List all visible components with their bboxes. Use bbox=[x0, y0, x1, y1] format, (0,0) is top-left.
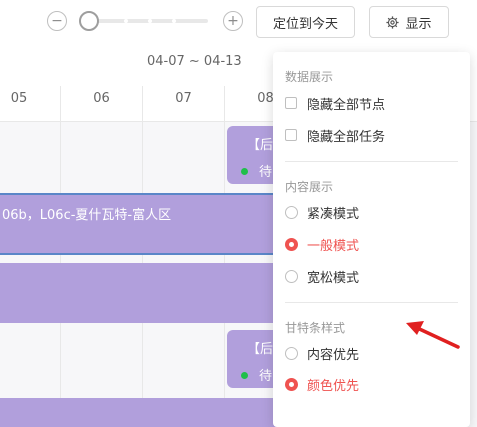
status-dot bbox=[241, 372, 248, 379]
data-section-title: 数据展示 bbox=[285, 70, 334, 84]
zoom-in-button[interactable]: + bbox=[223, 11, 243, 31]
color-first-option[interactable]: 颜色优先 bbox=[285, 374, 359, 394]
day-header: 07 bbox=[142, 86, 224, 122]
content-section-title: 内容展示 bbox=[285, 180, 334, 194]
divider bbox=[285, 302, 458, 303]
display-settings-button[interactable]: 显示 bbox=[369, 6, 449, 38]
task-card-title: 【后 bbox=[247, 138, 274, 153]
bar-style-section-title: 甘特条样式 bbox=[285, 321, 346, 335]
task-card-status: 待 bbox=[259, 369, 273, 384]
locate-today-label: 定位到今天 bbox=[272, 16, 338, 32]
color-first-radio[interactable] bbox=[285, 377, 298, 391]
loose-mode-radio[interactable] bbox=[285, 269, 298, 283]
day-header: 06 bbox=[60, 86, 142, 122]
task-card-status: 待 bbox=[259, 165, 273, 180]
option-label: 颜色优先 bbox=[307, 378, 360, 394]
hide-all-nodes-option[interactable]: 隐藏全部节点 bbox=[285, 93, 385, 113]
status-dot bbox=[241, 168, 248, 175]
option-label: 隐藏全部任务 bbox=[307, 129, 386, 145]
gantt-bar[interactable]: 06b，L06c-夏什瓦特-富人区 bbox=[0, 193, 290, 255]
gantt-bar[interactable] bbox=[0, 263, 290, 323]
hide-all-nodes-checkbox[interactable] bbox=[285, 97, 297, 109]
option-label: 隐藏全部节点 bbox=[307, 97, 386, 113]
zoom-out-button[interactable]: − bbox=[47, 11, 67, 31]
day-header: 05 bbox=[10, 91, 28, 106]
minus-icon: − bbox=[51, 13, 63, 29]
normal-mode-option[interactable]: 一般模式 bbox=[285, 234, 359, 254]
gantt-bar-label: 06b，L06c-夏什瓦特-富人区 bbox=[2, 208, 172, 223]
option-label: 宽松模式 bbox=[307, 270, 360, 286]
hide-all-tasks-checkbox[interactable] bbox=[285, 129, 297, 141]
zoom-slider-stop bbox=[124, 19, 128, 23]
week-range-label: 04-07 ~ 04-13 bbox=[147, 54, 242, 69]
toolbar: − + 定位到今天 显示 bbox=[0, 0, 477, 48]
compact-mode-radio[interactable] bbox=[285, 205, 298, 219]
zoom-slider-stop bbox=[148, 19, 152, 23]
normal-mode-radio[interactable] bbox=[285, 237, 298, 251]
locate-today-button[interactable]: 定位到今天 bbox=[256, 6, 355, 38]
display-settings-label: 显示 bbox=[405, 16, 432, 32]
gear-icon bbox=[386, 15, 400, 29]
task-card-title: 【后 bbox=[247, 342, 274, 357]
content-first-radio[interactable] bbox=[285, 346, 298, 360]
option-label: 一般模式 bbox=[307, 238, 360, 254]
option-label: 紧凑模式 bbox=[307, 206, 360, 222]
zoom-slider-stop bbox=[172, 19, 176, 23]
divider bbox=[285, 161, 458, 162]
red-arrow-icon bbox=[406, 321, 460, 349]
option-label: 内容优先 bbox=[307, 347, 360, 363]
plus-icon: + bbox=[227, 13, 239, 29]
compact-mode-option[interactable]: 紧凑模式 bbox=[285, 202, 359, 222]
content-first-option[interactable]: 内容优先 bbox=[285, 343, 359, 363]
loose-mode-option[interactable]: 宽松模式 bbox=[285, 266, 359, 286]
hide-all-tasks-option[interactable]: 隐藏全部任务 bbox=[285, 125, 385, 145]
zoom-slider-thumb[interactable] bbox=[79, 11, 99, 31]
display-settings-panel: 数据展示 隐藏全部节点 隐藏全部任务 内容展示 紧凑模式 一般模式 宽松模式 甘… bbox=[273, 52, 470, 427]
